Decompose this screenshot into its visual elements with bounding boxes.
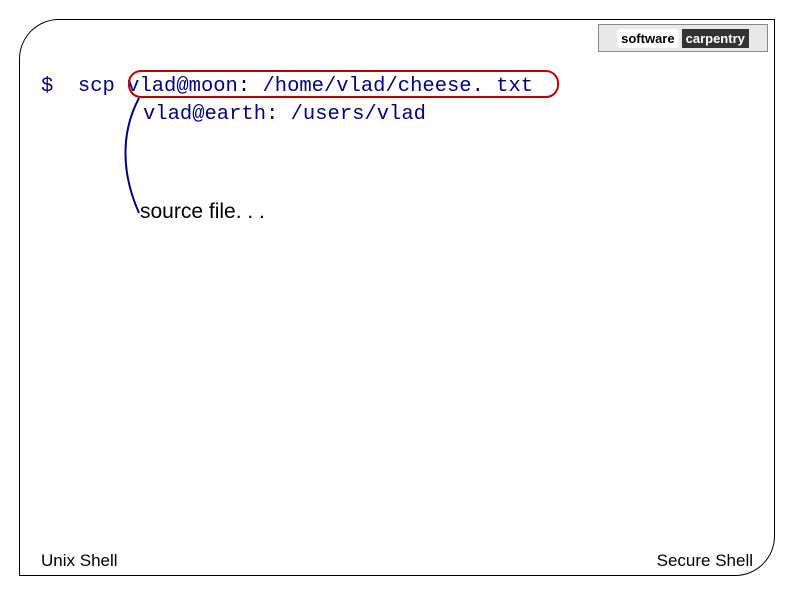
annotation-text: source file. . .	[140, 200, 265, 224]
software-carpentry-logo: software carpentry	[598, 24, 768, 52]
footer-left-text: Unix Shell	[41, 551, 118, 571]
footer-right-text: Secure Shell	[657, 551, 753, 571]
logo-text-carpentry: carpentry	[682, 29, 749, 48]
space	[53, 73, 78, 101]
source-highlight-box	[128, 70, 559, 98]
space	[115, 73, 127, 101]
prompt-symbol: $	[41, 73, 53, 101]
logo-text-software: software	[617, 29, 678, 48]
scp-command: scp	[78, 73, 115, 101]
dest-path: vlad@earth: /users/vlad	[143, 103, 426, 126]
